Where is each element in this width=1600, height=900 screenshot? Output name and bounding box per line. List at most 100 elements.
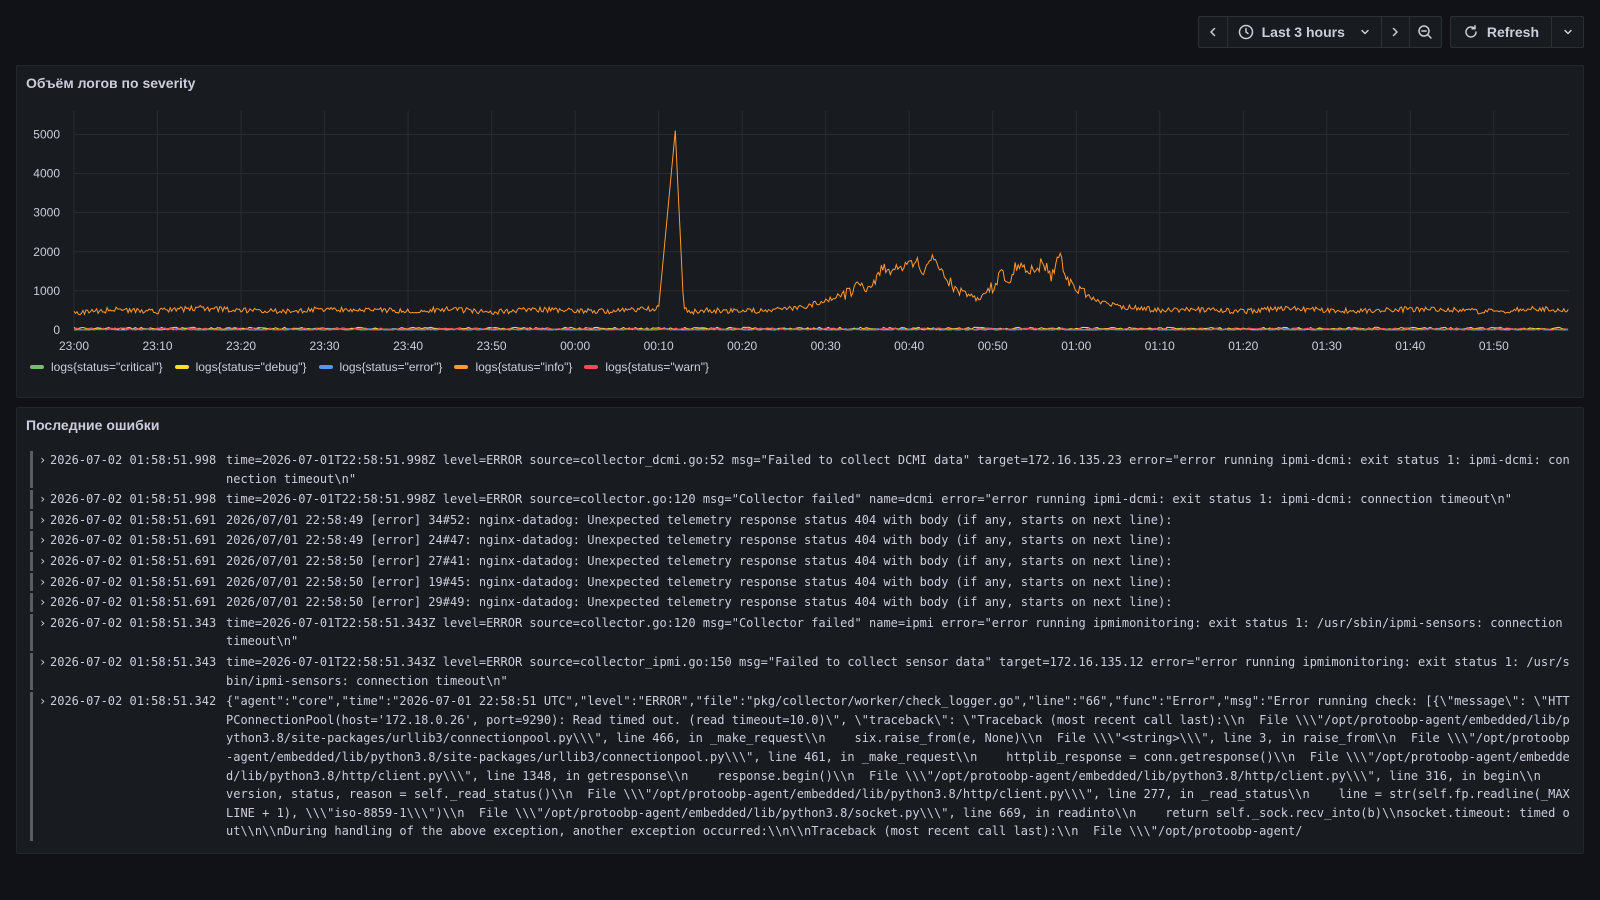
log-timestamp: 2026-07-02 01:58:51.342 bbox=[50, 694, 217, 709]
legend-label: logs{status="critical"} bbox=[51, 360, 163, 374]
log-list: › 2026-07-02 01:58:51.998 time=2026-07-01T… bbox=[30, 451, 1570, 843]
y-tick-label: 0 bbox=[53, 323, 60, 337]
y-tick-label: 1000 bbox=[33, 284, 60, 298]
time-range-picker[interactable]: Last 3 hours bbox=[1226, 17, 1381, 47]
log-row[interactable]: › 2026-07-02 01:58:51.691 2026/07/01 22:58… bbox=[30, 593, 1570, 612]
recent-errors-panel: Последние ошибки › 2026-07-02 01:58:51.99… bbox=[16, 407, 1584, 854]
log-row[interactable]: › 2026-07-02 01:58:51.691 2026/07/01 22:58… bbox=[30, 551, 1570, 571]
chart-grid bbox=[73, 111, 1569, 331]
log-row[interactable]: › 2026-07-02 01:58:51.343 time=2026-07-01T… bbox=[30, 652, 1570, 691]
x-tick-label: 23:40 bbox=[393, 339, 423, 353]
refresh-label: Refresh bbox=[1486, 24, 1539, 40]
x-tick-label: 00:20 bbox=[727, 339, 757, 353]
x-tick-label: 23:10 bbox=[143, 339, 173, 353]
chart-series bbox=[73, 130, 1569, 331]
y-tick-label: 5000 bbox=[33, 127, 60, 141]
chevron-right-icon[interactable]: › bbox=[39, 531, 50, 550]
x-tick-label: 01:00 bbox=[1061, 339, 1091, 353]
log-row[interactable]: › 2026-07-02 01:58:51.691 2026/07/01 22:58… bbox=[30, 531, 1570, 550]
legend-item[interactable]: logs{status="debug"} bbox=[174, 360, 307, 374]
refresh-interval-dropdown[interactable] bbox=[1551, 17, 1583, 47]
log-message: 2026/07/01 22:58:50 [error] 29#49: nginx… bbox=[226, 595, 1173, 610]
log-volume-panel: Объём логов по severity 0 1000 2000 3000 400… bbox=[16, 65, 1584, 398]
x-tick-label: 00:00 bbox=[560, 339, 590, 353]
chevron-right-icon[interactable]: › bbox=[39, 593, 50, 612]
legend-label: logs{status="info"} bbox=[475, 360, 573, 374]
chevron-right-icon[interactable]: › bbox=[39, 573, 50, 592]
refresh-button[interactable]: Refresh bbox=[1451, 17, 1551, 47]
legend-label: logs{status="warn"} bbox=[605, 360, 709, 374]
refresh-icon bbox=[1465, 25, 1477, 38]
log-timestamp: 2026-07-02 01:58:51.998 bbox=[50, 453, 217, 467]
x-tick-label: 01:20 bbox=[1228, 339, 1258, 353]
zoom-out-button[interactable] bbox=[1408, 17, 1441, 47]
chevron-right-icon[interactable]: › bbox=[39, 511, 50, 530]
refresh-group: Refresh bbox=[1449, 16, 1584, 48]
chevron-right-icon[interactable]: › bbox=[39, 692, 50, 841]
time-picker-group: Last 3 hours bbox=[1197, 16, 1442, 48]
x-tick-label: 00:50 bbox=[978, 339, 1008, 353]
zoom-out-icon bbox=[1418, 25, 1433, 39]
x-tick-label: 01:40 bbox=[1395, 339, 1425, 353]
log-timestamp: 2026-07-02 01:58:51.691 bbox=[50, 553, 217, 568]
legend-swatch bbox=[318, 365, 333, 369]
log-message: time=2026-07-01T22:58:51.998Z level=ERRO… bbox=[226, 492, 1512, 507]
log-timestamp: 2026-07-02 01:58:51.691 bbox=[50, 574, 217, 589]
legend-item[interactable]: logs{status="critical"} bbox=[30, 360, 163, 374]
log-message: time=2026-07-01T22:58:51.343Z level=ERRO… bbox=[226, 615, 1570, 649]
legend-swatch bbox=[454, 365, 469, 369]
x-tick-label: 01:30 bbox=[1312, 339, 1342, 353]
log-message: time=2026-07-01T22:58:51.343Z level=ERRO… bbox=[226, 654, 1570, 688]
panel-title[interactable]: Последние ошибки bbox=[26, 417, 159, 433]
chevron-right-icon[interactable]: › bbox=[39, 451, 50, 488]
log-timestamp: 2026-07-02 01:58:51.691 bbox=[50, 533, 217, 548]
chart-legend: logs{status="critical"} logs{status="debu… bbox=[30, 360, 709, 374]
x-tick-label: 01:50 bbox=[1479, 339, 1509, 353]
log-message: 2026/07/01 22:58:50 [error] 27#41: nginx… bbox=[226, 553, 1173, 568]
x-axis: 23:00 23:10 23:20 23:30 23:40 23:50 00:00 00:10… bbox=[59, 339, 1509, 353]
log-volume-chart[interactable]: 010002000300040005000 23:00 23:10 23:20 23:… bbox=[17, 66, 1585, 356]
time-shift-back-button[interactable] bbox=[1199, 17, 1227, 47]
chevron-down-icon bbox=[1563, 29, 1572, 35]
log-message: time=2026-07-01T22:58:51.998Z level=ERRO… bbox=[226, 453, 1570, 486]
x-tick-label: 23:50 bbox=[477, 339, 507, 353]
log-timestamp: 2026-07-02 01:58:51.691 bbox=[50, 595, 217, 610]
y-tick-label: 2000 bbox=[33, 245, 60, 259]
log-timestamp: 2026-07-02 01:58:51.691 bbox=[50, 512, 217, 527]
legend-item[interactable]: logs{status="error"} bbox=[318, 360, 443, 374]
x-tick-label: 00:40 bbox=[894, 339, 924, 353]
time-shift-forward-button[interactable] bbox=[1380, 17, 1409, 47]
y-tick-label: 4000 bbox=[33, 167, 60, 181]
legend-swatch bbox=[174, 365, 189, 369]
chevron-right-icon bbox=[1393, 27, 1399, 37]
clock-icon bbox=[1238, 24, 1253, 40]
log-row[interactable]: › 2026-07-02 01:58:51.343 time=2026-07-01T… bbox=[30, 613, 1570, 651]
chevron-right-icon[interactable]: › bbox=[39, 552, 50, 571]
log-row[interactable]: › 2026-07-02 01:58:51.998 time=2026-07-01T… bbox=[30, 490, 1570, 509]
chevron-right-icon[interactable]: › bbox=[39, 614, 50, 651]
log-row[interactable]: › 2026-07-02 01:58:51.691 2026/07/01 22:58… bbox=[30, 572, 1570, 592]
x-tick-label: 23:30 bbox=[310, 339, 340, 353]
log-timestamp: 2026-07-02 01:58:51.343 bbox=[50, 654, 217, 669]
legend-item[interactable]: logs{status="info"} bbox=[454, 360, 572, 374]
legend-swatch bbox=[30, 365, 44, 369]
x-tick-label: 00:10 bbox=[644, 339, 674, 353]
chevron-left-icon bbox=[1209, 27, 1215, 37]
legend-swatch bbox=[584, 365, 599, 369]
dashboard-toolbar: Last 3 hours Refresh bbox=[1197, 16, 1584, 48]
chevron-right-icon[interactable]: › bbox=[39, 653, 50, 690]
log-message: 2026/07/01 22:58:49 [error] 34#52: nginx… bbox=[226, 512, 1173, 527]
y-axis: 0 1000 2000 3000 4000 5000 bbox=[33, 127, 60, 337]
log-row[interactable]: › 2026-07-02 01:58:51.691 2026/07/01 22:58… bbox=[30, 510, 1570, 530]
legend-item[interactable]: logs{status="warn"} bbox=[584, 360, 709, 374]
log-row[interactable]: › 2026-07-02 01:58:51.342 {"agent":"core",… bbox=[30, 692, 1570, 841]
time-range-label: Last 3 hours bbox=[1261, 24, 1345, 40]
log-timestamp: 2026-07-02 01:58:51.343 bbox=[50, 615, 217, 630]
x-tick-label: 23:20 bbox=[226, 339, 256, 353]
log-message: {"agent":"core","time":"2026-07-01 22:58… bbox=[226, 694, 1570, 839]
legend-label: logs{status="error"} bbox=[339, 360, 443, 374]
x-tick-label: 23:00 bbox=[59, 339, 89, 353]
log-row[interactable]: › 2026-07-02 01:58:51.998 time=2026-07-01T… bbox=[30, 451, 1570, 489]
chevron-right-icon[interactable]: › bbox=[39, 490, 50, 509]
log-message: 2026/07/01 22:58:49 [error] 24#47: nginx… bbox=[226, 533, 1173, 548]
